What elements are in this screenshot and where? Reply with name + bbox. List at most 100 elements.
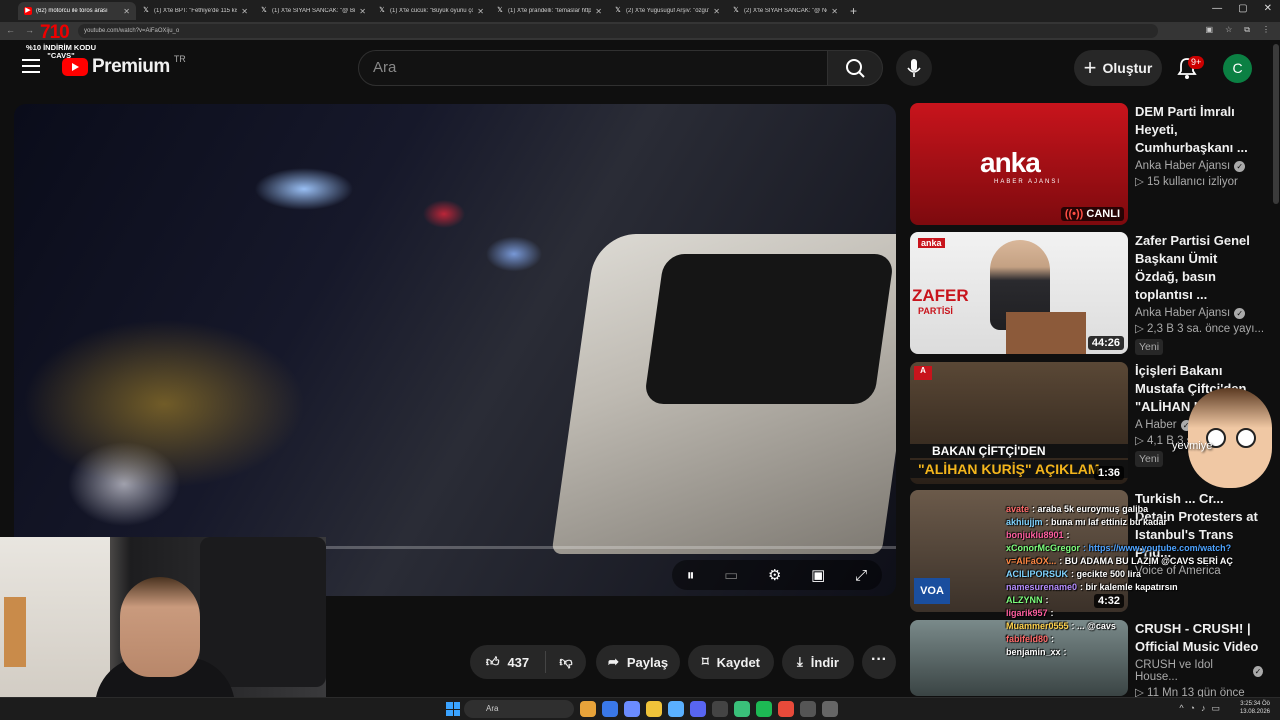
more-actions-button[interactable]: ··· — [862, 645, 896, 679]
settings-gear-icon[interactable]: ⚙ — [768, 566, 781, 584]
new-tab-icon[interactable]: + — [850, 4, 857, 18]
anka-tag: anka — [918, 238, 945, 248]
live-badge: ((•)) CANLI — [1060, 207, 1124, 221]
share-button[interactable]: ➦ Paylaş — [596, 645, 680, 679]
browser-tab[interactable]: 𝕏 (1) X'te BPT: "Fethiye'de 115 kiş" ✕ — [136, 2, 254, 20]
voa-logo: VOA — [914, 578, 950, 604]
video-thumbnail[interactable]: A BAKAN ÇİFTÇİ'DEN "ALİHAN KURİŞ" AÇIKLA… — [910, 362, 1128, 484]
battery-icon[interactable]: ▭ — [1211, 703, 1220, 714]
browser-tab[interactable]: ▶ (62) motorcu ile toros arası ✕ — [18, 2, 136, 20]
chrome-icon[interactable] — [778, 701, 794, 717]
channel-name[interactable]: Anka Haber Ajansı ✓ — [1135, 307, 1263, 319]
search-button[interactable] — [827, 50, 883, 86]
thumbs-down-icon: 👎︎ — [559, 654, 573, 669]
webcam-background-shelf — [4, 597, 26, 667]
app-icon[interactable] — [602, 701, 618, 717]
chrome-icon[interactable] — [580, 701, 596, 717]
chat-message: ligarik957: — [1006, 608, 1054, 618]
discord-icon[interactable] — [690, 701, 706, 717]
video-title[interactable]: DEM Parti İmralı Heyeti, Cumhurbaşkanı .… — [1135, 103, 1263, 157]
channel-name[interactable]: CRUSH ve Idol House... ✓ — [1135, 659, 1263, 683]
video-info: Zafer Partisi Genel Başkanı Ümit Özdağ, … — [1135, 232, 1263, 355]
bookmark-icon: ⌑ — [701, 654, 709, 669]
url-field[interactable]: youtube.com/watch?v=AiFaOXiju_o — [78, 24, 1158, 38]
obs-icon[interactable] — [800, 701, 816, 717]
taskbar-search[interactable]: Ara — [464, 700, 574, 718]
dislike-button[interactable]: 👎︎ — [546, 654, 586, 670]
search-input[interactable]: Ara — [358, 50, 828, 86]
spotify-icon[interactable] — [756, 701, 772, 717]
create-button[interactable]: + Oluştur — [1074, 50, 1162, 86]
taskbar-apps — [580, 701, 838, 717]
stream-chat-overlay: avate: araba 5k euroymuş galiba akhiujjm… — [1006, 503, 1280, 659]
pause-icon[interactable]: ⏸ — [687, 567, 695, 584]
puzzle-icon[interactable]: ⧉ — [1244, 25, 1250, 35]
maximize-icon[interactable]: ▢ — [1238, 3, 1247, 14]
recommended-video[interactable]: anka HABER AJANSI ((•)) CANLI DEM Parti … — [910, 103, 1270, 225]
plus-icon: + — [1083, 55, 1097, 80]
wifi-icon[interactable]: ◔ — [1190, 703, 1195, 714]
theater-mode-icon[interactable]: ▣ — [811, 566, 825, 584]
download-button[interactable]: ⤓ İndir — [782, 645, 854, 679]
file-explorer-icon[interactable] — [646, 701, 662, 717]
channel-name[interactable]: Anka Haber Ajansı ✓ — [1135, 160, 1263, 172]
app-icon[interactable] — [822, 701, 838, 717]
avatar[interactable]: C — [1223, 54, 1252, 83]
app-icon[interactable] — [624, 701, 640, 717]
window-controls: — ▢ ✕ — [1212, 3, 1272, 14]
sidebar-scrollbar[interactable] — [1273, 44, 1279, 204]
video-thumbnail[interactable]: anka ZAFER PARTİSİ 44:26 — [910, 232, 1128, 354]
close-tab-icon[interactable]: ✕ — [595, 7, 602, 16]
browser-menu-icon[interactable]: ⋮ — [1262, 25, 1270, 35]
close-tab-icon[interactable]: ✕ — [713, 7, 720, 16]
browser-tab[interactable]: 𝕏 (1) X'te prandelli: "temaslar http" ✕ — [490, 2, 608, 20]
thumbnail-podium — [1006, 312, 1086, 354]
windows-start-icon[interactable] — [446, 702, 460, 716]
youtube-play-icon — [62, 58, 88, 76]
back-icon[interactable]: ← — [6, 25, 15, 35]
streamer-webcam-overlay — [0, 537, 326, 720]
hamburger-menu-icon[interactable] — [22, 59, 40, 75]
youtube-premium-logo[interactable]: Premium TR — [62, 54, 186, 78]
video-info: DEM Parti İmralı Heyeti, Cumhurbaşkanı .… — [1135, 103, 1263, 188]
close-tab-icon[interactable]: ✕ — [477, 7, 484, 16]
browser-tab[interactable]: 𝕏 (2) X'te SİYAH SANCAK: "@ Ne" ✕ — [726, 2, 844, 20]
app-icon[interactable] — [734, 701, 750, 717]
volume-icon[interactable]: ♪ — [1201, 703, 1206, 714]
chat-message: Muammer0555: ... @cavs — [1006, 621, 1116, 631]
extensions-row: ▣ ☆ ⧉ ⋮ — [1206, 25, 1270, 35]
app-icon[interactable] — [668, 701, 684, 717]
like-dislike-group: 👍︎ 437 👎︎ — [470, 645, 586, 679]
a-haber-tag: A — [914, 366, 932, 380]
close-window-icon[interactable]: ✕ — [1264, 3, 1272, 14]
minimize-icon[interactable]: — — [1212, 3, 1222, 14]
video-player[interactable] — [14, 104, 896, 596]
fullscreen-icon[interactable]: ⤢ — [855, 567, 867, 584]
browser-tab[interactable]: 𝕏 (1) X'te SİYAH SANCAK: "@ Bi" ✕ — [254, 2, 372, 20]
app-icon[interactable] — [712, 701, 728, 717]
extension-icon[interactable]: ▣ — [1206, 25, 1214, 35]
close-tab-icon[interactable]: ✕ — [123, 7, 130, 16]
browser-tab[interactable]: 𝕏 (1) X'te cücük: "Büyük oyunu çö" ✕ — [372, 2, 490, 20]
close-tab-icon[interactable]: ✕ — [359, 7, 366, 16]
system-tray: ^ ◔ ♪ ▭ — [1179, 703, 1220, 714]
video-title[interactable]: Zafer Partisi Genel Başkanı Ümit Özdağ, … — [1135, 232, 1263, 304]
video-thumbnail[interactable]: anka HABER AJANSI ((•)) CANLI — [910, 103, 1128, 225]
taskbar-clock[interactable]: 3:25:34 Öö 13.08.2026 — [1240, 700, 1270, 716]
voice-search-button[interactable] — [896, 50, 932, 86]
chat-message: bonjuklu8901: — [1006, 530, 1070, 540]
webcam-gaming-chair — [200, 537, 326, 687]
bookmark-star-icon[interactable]: ☆ — [1225, 25, 1232, 35]
recommended-video[interactable]: anka ZAFER PARTİSİ 44:26 Zafer Partisi G… — [910, 232, 1270, 355]
close-tab-icon[interactable]: ✕ — [241, 7, 248, 16]
subtitles-icon[interactable]: ▭ — [724, 566, 738, 584]
anka-logo: anka — [980, 147, 1041, 178]
verified-check-icon: ✓ — [1252, 665, 1263, 677]
chevron-up-icon[interactable]: ^ — [1179, 703, 1183, 714]
like-button[interactable]: 👍︎ 437 — [470, 651, 546, 673]
save-button[interactable]: ⌑ Kaydet — [688, 645, 774, 679]
close-tab-icon[interactable]: ✕ — [831, 7, 838, 16]
new-badge: Yeni — [1135, 451, 1164, 467]
browser-tab[interactable]: 𝕏 (2) X'te Yugusuguf Arşiv: "özgü" ✕ — [608, 2, 726, 20]
download-icon: ⤓ — [797, 654, 803, 669]
